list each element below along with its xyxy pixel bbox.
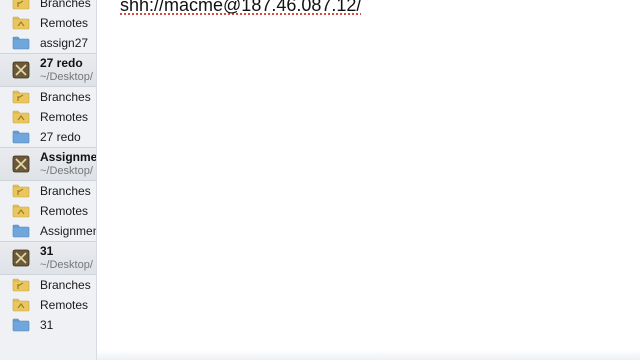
sidebar-item[interactable]: Assignment	[0, 221, 96, 241]
repository-path: ~/Desktop/	[40, 259, 93, 271]
remotes-folder-icon	[6, 298, 35, 312]
sidebar-item-label: Remotes	[40, 204, 89, 218]
sidebar-item-label: Branches	[40, 184, 91, 198]
sidebar-item-label: Branches	[40, 278, 91, 292]
main-content: shh://macme@187.46.087.12/	[97, 0, 640, 360]
folder-icon	[6, 224, 35, 238]
sidebar-repository[interactable]: Assignment~/Desktop/	[0, 147, 96, 181]
sidebar-item[interactable]: 31	[0, 315, 96, 335]
repository-icon	[6, 248, 35, 268]
repository-name: 27 redo	[40, 56, 83, 70]
branches-folder-icon	[6, 278, 35, 292]
repository-text: 27 redo ~/Desktop/	[40, 56, 93, 84]
sidebar-item[interactable]: Remotes	[0, 295, 96, 315]
remotes-folder-icon	[6, 204, 35, 218]
folder-icon	[6, 130, 35, 144]
sidebar-item[interactable]: assign27	[0, 33, 96, 53]
repository-text: Assignment~/Desktop/	[40, 150, 96, 178]
folder-icon	[6, 36, 35, 50]
repository-path: ~/Desktop/	[40, 71, 93, 83]
sidebar-item-label: Remotes	[40, 298, 89, 312]
repository-name: 31	[40, 244, 54, 258]
bottom-edge	[97, 350, 640, 360]
repository-name: Assignment	[40, 150, 96, 164]
repository-icon	[6, 60, 35, 80]
sidebar-item-label: assign27	[40, 36, 89, 50]
sidebar-item[interactable]: Remotes	[0, 201, 96, 221]
sidebar-item-label: Assignment	[40, 224, 96, 238]
repository-path: ~/Desktop/	[40, 165, 93, 177]
sidebar-repository[interactable]: 31 ~/Desktop/	[0, 241, 96, 275]
sidebar-item-label: Branches	[40, 90, 91, 104]
sidebar-item[interactable]: Remotes	[0, 107, 96, 127]
branches-folder-icon	[6, 0, 35, 10]
sidebar-item-label: 27 redo	[40, 130, 81, 144]
sidebar: Branches Remotes assign27 27 redo ~/Desktop/…	[0, 0, 97, 360]
branches-folder-icon	[6, 184, 35, 198]
sidebar-repository[interactable]: 27 redo ~/Desktop/	[0, 53, 96, 87]
sidebar-item[interactable]: Remotes	[0, 13, 96, 33]
repository-icon	[6, 154, 35, 174]
sidebar-item-label: Branches	[40, 0, 91, 10]
sidebar-item-label: Remotes	[40, 110, 89, 124]
sidebar-item[interactable]: Branches	[0, 0, 96, 13]
remote-url-field[interactable]: shh://macme@187.46.087.12/	[120, 0, 361, 16]
sidebar-item[interactable]: 27 redo	[0, 127, 96, 147]
remotes-folder-icon	[6, 16, 35, 30]
remotes-folder-icon	[6, 110, 35, 124]
sidebar-item-label: Remotes	[40, 16, 89, 30]
folder-icon	[6, 318, 35, 332]
sidebar-item[interactable]: Branches	[0, 87, 96, 107]
sidebar-item[interactable]: Branches	[0, 181, 96, 201]
branches-folder-icon	[6, 90, 35, 104]
repository-text: 31 ~/Desktop/	[40, 244, 93, 272]
sidebar-item-label: 31	[40, 318, 54, 332]
sidebar-item[interactable]: Branches	[0, 275, 96, 295]
